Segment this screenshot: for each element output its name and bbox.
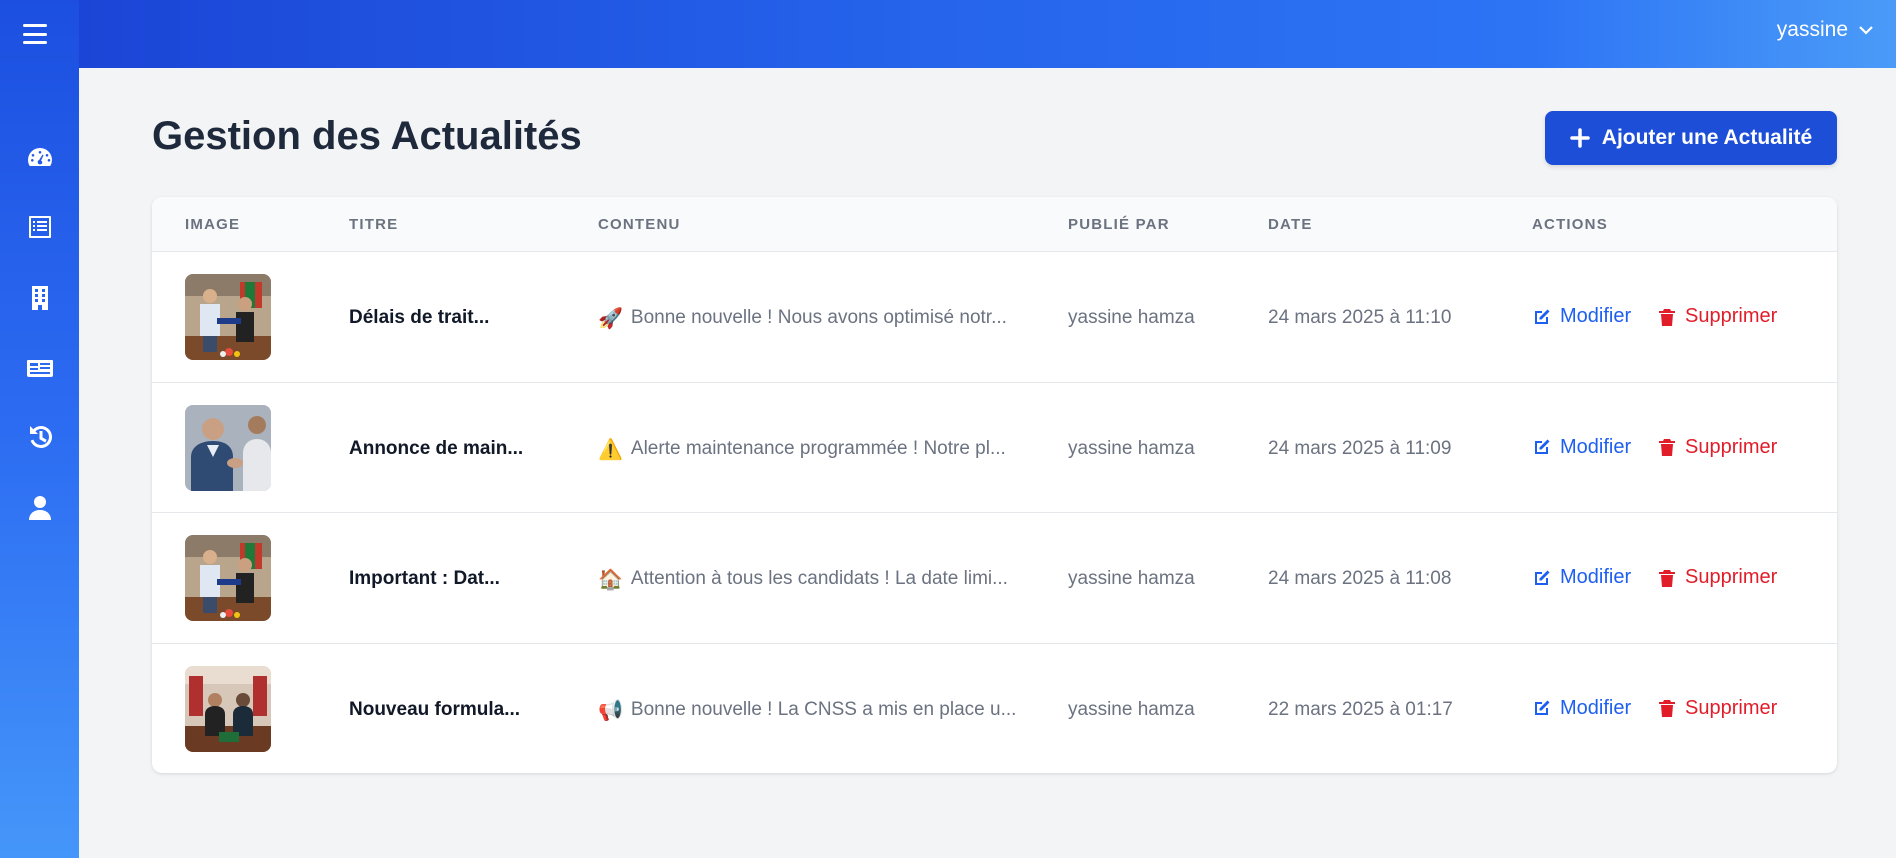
news-content: 🏠 Attention à tous les candidats ! La da… [598,568,1008,590]
nav-dashboard[interactable] [0,133,79,181]
news-content: ⚠️ Alerte maintenance programmée ! Notre… [598,438,1006,460]
edit-icon [1535,570,1550,585]
history-icon [29,426,52,448]
header-actions: Actions [1532,216,1608,233]
username: yassine [1776,18,1848,41]
news-title: Annonce de main... [349,437,524,459]
trash-icon [1659,439,1675,456]
trash-icon [1659,700,1675,717]
sidebar [0,0,79,858]
news-content-text: Bonne nouvelle ! La CNSS a mis en place … [630,698,1017,720]
edit-button[interactable]: Modifier [1532,566,1631,589]
news-author: yassine hamza [1068,698,1195,720]
delete-button[interactable]: Supprimer [1657,436,1777,459]
news-content: 📢 Bonne nouvelle ! La CNSS a mis en plac… [598,699,1016,721]
news-content-text: Attention à tous les candidats ! La date… [630,568,1008,589]
news-content-text: Bonne nouvelle ! Nous avons optimisé not… [630,307,1007,328]
table-row: Nouveau formula... 📢 Bonne nouvelle ! La… [152,644,1837,774]
news-image [185,274,271,360]
header-date: Date [1268,216,1313,233]
news-date: 24 mars 2025 à 11:09 [1268,437,1452,459]
news-title: Nouveau formula... [349,698,521,720]
user-icon [28,496,51,520]
plus-icon [1570,128,1590,148]
news-emoji: ⚠️ [598,436,623,461]
add-news-button[interactable]: Ajouter une Actualité [1545,111,1837,165]
news-image [185,665,271,752]
nav-profile[interactable] [0,484,79,532]
add-news-label: Ajouter une Actualité [1601,126,1813,149]
delete-button[interactable]: Supprimer [1657,305,1777,328]
nav-organisations[interactable] [0,274,79,322]
header-content: Contenu [598,216,681,233]
header-author: Publié par [1068,216,1170,233]
table-header: Image Titre Contenu Publié par Date Acti… [152,197,1837,252]
edit-label: Modifier [1560,435,1632,458]
table-row: Annonce de main... ⚠️ Alerte maintenance… [152,383,1837,513]
news-image [185,404,271,491]
news-title: Important : Dat... [349,568,500,589]
delete-label: Supprimer [1685,566,1778,588]
page-title: Gestion des Actualités [152,114,582,158]
news-date: 22 mars 2025 à 01:17 [1268,698,1453,720]
edit-button[interactable]: Modifier [1532,436,1631,459]
edit-icon [1535,309,1550,324]
header-title: Titre [349,216,399,233]
edit-icon [1535,700,1550,715]
news-date: 24 mars 2025 à 11:10 [1268,307,1452,328]
news-emoji: 🏠 [598,567,623,591]
table-row: Délais de trait... 🚀 Bonne nouvelle ! No… [152,252,1837,383]
news-emoji: 📢 [598,697,623,722]
trash-icon [1659,308,1675,326]
edit-label: Modifier [1560,566,1632,588]
news-author: yassine hamza [1068,437,1195,459]
trash-icon [1659,569,1675,587]
table-row: Important : Dat... 🏠 Attention à tous le… [152,513,1837,644]
edit-label: Modifier [1560,305,1632,327]
newspaper-icon [26,360,53,377]
delete-label: Supprimer [1685,696,1778,719]
edit-label: Modifier [1560,696,1632,719]
news-list-icon [28,216,51,238]
header-image: Image [185,216,241,233]
user-menu[interactable]: yassine [1777,18,1874,42]
edit-button[interactable]: Modifier [1532,305,1631,328]
news-image [185,535,271,621]
edit-icon [1535,439,1550,454]
news-author: yassine hamza [1068,568,1195,589]
menu-icon[interactable] [23,24,47,44]
chevron-down-icon [1859,26,1873,35]
top-bar: yassine [79,0,1896,68]
dashboard-icon [27,148,52,166]
news-table: Image Titre Contenu Publié par Date Acti… [152,197,1837,773]
nav-news[interactable] [0,344,79,392]
nav-news-list[interactable] [0,203,79,251]
nav-history[interactable] [0,413,79,461]
news-content: 🚀 Bonne nouvelle ! Nous avons optimisé n… [598,307,1007,329]
delete-label: Supprimer [1685,305,1778,327]
delete-button[interactable]: Supprimer [1657,566,1777,589]
delete-button[interactable]: Supprimer [1657,697,1777,720]
building-icon [31,286,48,310]
news-content-text: Alerte maintenance programmée ! Notre pl… [630,437,1006,459]
delete-label: Supprimer [1685,435,1778,458]
news-author: yassine hamza [1068,307,1195,328]
news-emoji: 🚀 [598,306,623,330]
news-date: 24 mars 2025 à 11:08 [1268,568,1452,589]
edit-button[interactable]: Modifier [1532,697,1631,720]
news-title: Délais de trait... [349,307,490,328]
